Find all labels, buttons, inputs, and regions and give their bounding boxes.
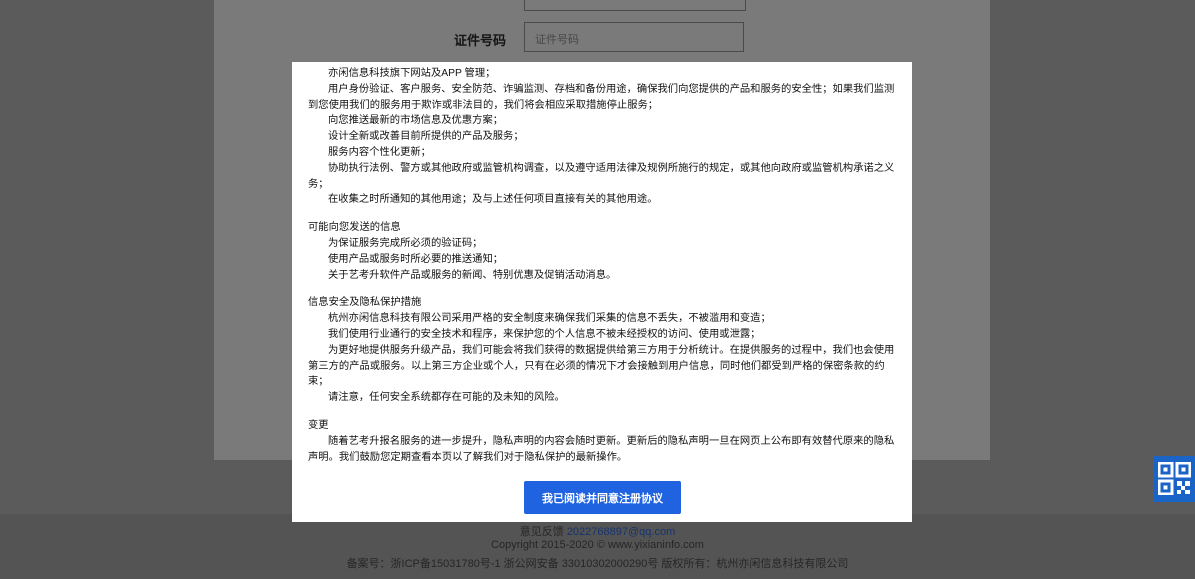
id-number-input[interactable]: 证件号码 <box>524 22 744 52</box>
agreement-paragraph: 设计全新或改善目前所提供的产品及服务； <box>328 131 524 143</box>
agreement-paragraph: 随着艺考升报名服务的进一步提升，隐私声明的内容会随时更新。更新后的隐私声明一旦在… <box>308 435 895 463</box>
agreement-paragraph: 向您推送最新的市场信息及优惠方案； <box>328 115 504 127</box>
feedback-line: 意见反馈 2022768897@qq.com <box>0 523 1195 539</box>
agreement-paragraph: 协助执行法例、警方或其他政府或监管机构调查，以及遵守适用法律及规例所施行的规定，… <box>308 162 895 190</box>
agreement-paragraph: 亦闲信息科技旗下网站及APP 管理； <box>328 68 496 79</box>
agreement-paragraph: 为更好地提供服务升级产品，我们可能会将我们获得的数据提供给第三方用于分析统计。在… <box>308 344 895 388</box>
agreement-paragraph: 关于艺考升软件产品或服务的新闻、特别优惠及促销活动消息。 <box>328 269 617 281</box>
section-heading: 可能向您发送的信息 <box>308 222 401 234</box>
copyright-text: Copyright 2015-2020 © www.yixianinfo.com <box>491 539 704 551</box>
section-heading: 信息安全及隐私保护措施 <box>308 297 422 309</box>
qr-code-badge[interactable] <box>1154 456 1195 502</box>
page-footer: 意见反馈 2022768897@qq.com Copyright 2015-20… <box>0 514 1195 579</box>
agreement-paragraph: 用户身份验证、客户服务、安全防范、诈骗监测、存档和备份用途，确保我们向您提供的产… <box>308 83 895 111</box>
privacy-agreement-modal: 亦闲信息科技旗下网站及APP 管理； 用户身份验证、客户服务、安全防范、诈骗监测… <box>292 62 912 522</box>
agreement-text: 亦闲信息科技旗下网站及APP 管理； 用户身份验证、客户服务、安全防范、诈骗监测… <box>308 66 900 465</box>
agreement-paragraph: 我们使用行业通行的安全技术和程序，来保护您的个人信息不被未经授权的访问、使用或泄… <box>328 328 761 340</box>
previous-field-input[interactable] <box>524 0 746 11</box>
agreement-paragraph: 杭州亦闲信息科技有限公司采用严格的安全制度来确保我们采集的信息不丢失，不被滥用和… <box>328 313 771 325</box>
agreement-paragraph: 服务内容个性化更新； <box>328 146 431 158</box>
section-heading: 变更 <box>308 419 329 431</box>
record-text: 备案号：浙ICP备15031780号-1 浙公网安备 3301030200029… <box>346 558 849 570</box>
agreement-paragraph: 请注意，任何安全系统都存在可能的及未知的风险。 <box>328 392 565 404</box>
agreement-paragraph: 在收集之时所通知的其他用途；及与上述任何项目直接有关的其他用途。 <box>328 194 658 206</box>
agree-register-button[interactable]: 我已阅读并同意注册协议 <box>524 481 681 514</box>
qr-code-icon <box>1158 462 1191 495</box>
feedback-label: 意见反馈 <box>519 526 564 538</box>
feedback-email-link[interactable]: 2022768897@qq.com <box>567 526 675 538</box>
agreement-paragraph: 为保证服务完成所必须的验证码； <box>328 237 483 249</box>
id-number-label: 证件号码 <box>454 33 507 48</box>
agreement-paragraph: 使用产品或服务时所必要的推送通知； <box>328 253 504 265</box>
